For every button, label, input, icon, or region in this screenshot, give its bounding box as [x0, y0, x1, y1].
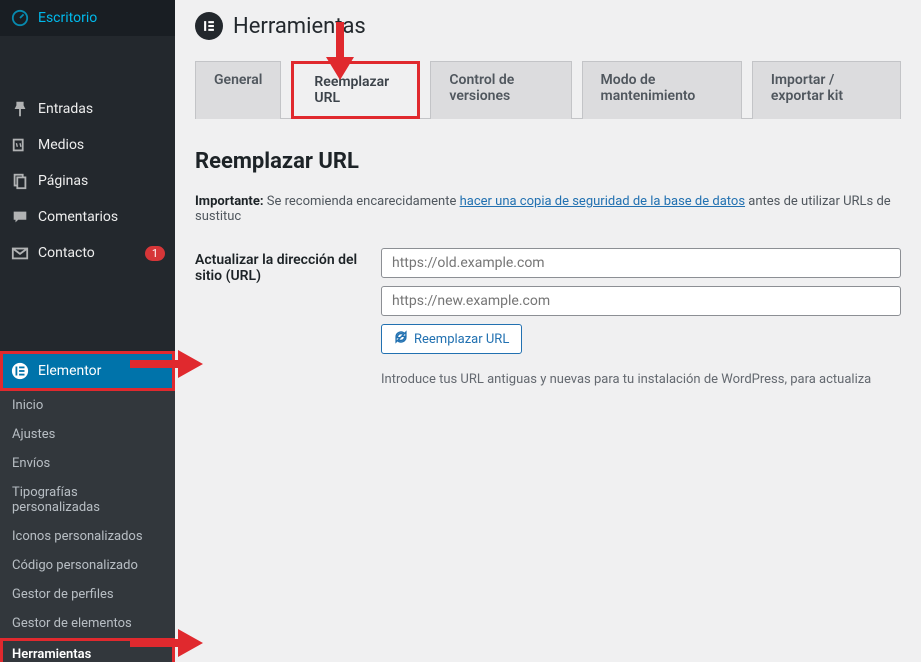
annotation-arrow-down-icon	[320, 22, 360, 82]
sidebar-sub-ajustes[interactable]: Ajustes	[0, 420, 175, 449]
notice-strong: Importante:	[195, 194, 264, 209]
sidebar-sub-perfiles[interactable]: Gestor de perfiles	[0, 580, 175, 609]
form-label: Actualizar la dirección del sitio (URL)	[195, 248, 381, 387]
old-url-input[interactable]	[381, 248, 901, 278]
sidebar-sub-envios[interactable]: Envíos	[0, 449, 175, 478]
sidebar-sub-tipografias[interactable]: Tipografías personalizadas	[0, 478, 175, 522]
annotation-arrow-right-icon	[130, 625, 205, 661]
backup-link[interactable]: hacer una copia de seguridad de la base …	[460, 194, 745, 209]
refresh-icon	[394, 330, 408, 348]
sidebar-sub-inicio[interactable]: Inicio	[0, 391, 175, 420]
sidebar-sub-iconos[interactable]: Iconos personalizados	[0, 522, 175, 551]
sidebar-item-entradas[interactable]: Entradas	[0, 91, 175, 127]
tabs: General Reemplazar URL Control de versio…	[195, 60, 901, 119]
tab-general[interactable]: General	[195, 61, 281, 119]
envelope-icon	[10, 243, 30, 263]
new-url-input[interactable]	[381, 286, 901, 316]
sidebar-label: Comentarios	[38, 209, 165, 225]
sidebar-label: Páginas	[38, 173, 165, 189]
comments-icon	[10, 207, 30, 227]
sidebar-sub-codigo[interactable]: Código personalizado	[0, 551, 175, 580]
form-row: Actualizar la dirección del sitio (URL) …	[195, 248, 901, 387]
tab-control-versiones[interactable]: Control de versiones	[430, 61, 571, 119]
sidebar-item-comentarios[interactable]: Comentarios	[0, 199, 175, 235]
section-title: Reemplazar URL	[195, 149, 901, 174]
replace-url-button[interactable]: Reemplazar URL	[381, 324, 522, 354]
annotation-arrow-right-icon	[130, 346, 205, 382]
sidebar-item-contacto[interactable]: Contacto 1	[0, 235, 175, 271]
sidebar-item-paginas[interactable]: Páginas	[0, 163, 175, 199]
elementor-logo-icon	[195, 12, 223, 40]
sidebar-item-medios[interactable]: Medios	[0, 127, 175, 163]
tab-content: Reemplazar URL Importante: Se recomienda…	[175, 119, 921, 427]
sidebar-submenu: Inicio Ajustes Envíos Tipografías person…	[0, 391, 175, 662]
elementor-icon	[10, 361, 30, 381]
notification-badge: 1	[145, 246, 165, 261]
sidebar-item-escritorio[interactable]: Escritorio	[0, 0, 175, 36]
media-icon	[10, 135, 30, 155]
main-content: Herramientas General Reemplazar URL Cont…	[175, 0, 921, 662]
tab-importar-exportar[interactable]: Importar / exportar kit	[752, 61, 901, 119]
form-hint: Introduce tus URL antiguas y nuevas para…	[381, 372, 901, 387]
sidebar-label: Entradas	[38, 101, 165, 117]
dashboard-icon	[10, 8, 30, 28]
sidebar-label: Medios	[38, 137, 165, 153]
sidebar-label: Contacto	[38, 245, 140, 261]
form-fields: Reemplazar URL Introduce tus URL antigua…	[381, 248, 901, 387]
page-header: Herramientas	[175, 0, 921, 60]
sidebar: Escritorio Entradas Medios Páginas Comen…	[0, 0, 175, 662]
tab-mantenimiento[interactable]: Modo de mantenimiento	[582, 61, 742, 119]
pin-icon	[10, 99, 30, 119]
sidebar-label: Escritorio	[38, 10, 165, 26]
notice-text: Importante: Se recomienda encarecidament…	[195, 194, 901, 224]
pages-icon	[10, 171, 30, 191]
button-label: Reemplazar URL	[414, 332, 509, 347]
